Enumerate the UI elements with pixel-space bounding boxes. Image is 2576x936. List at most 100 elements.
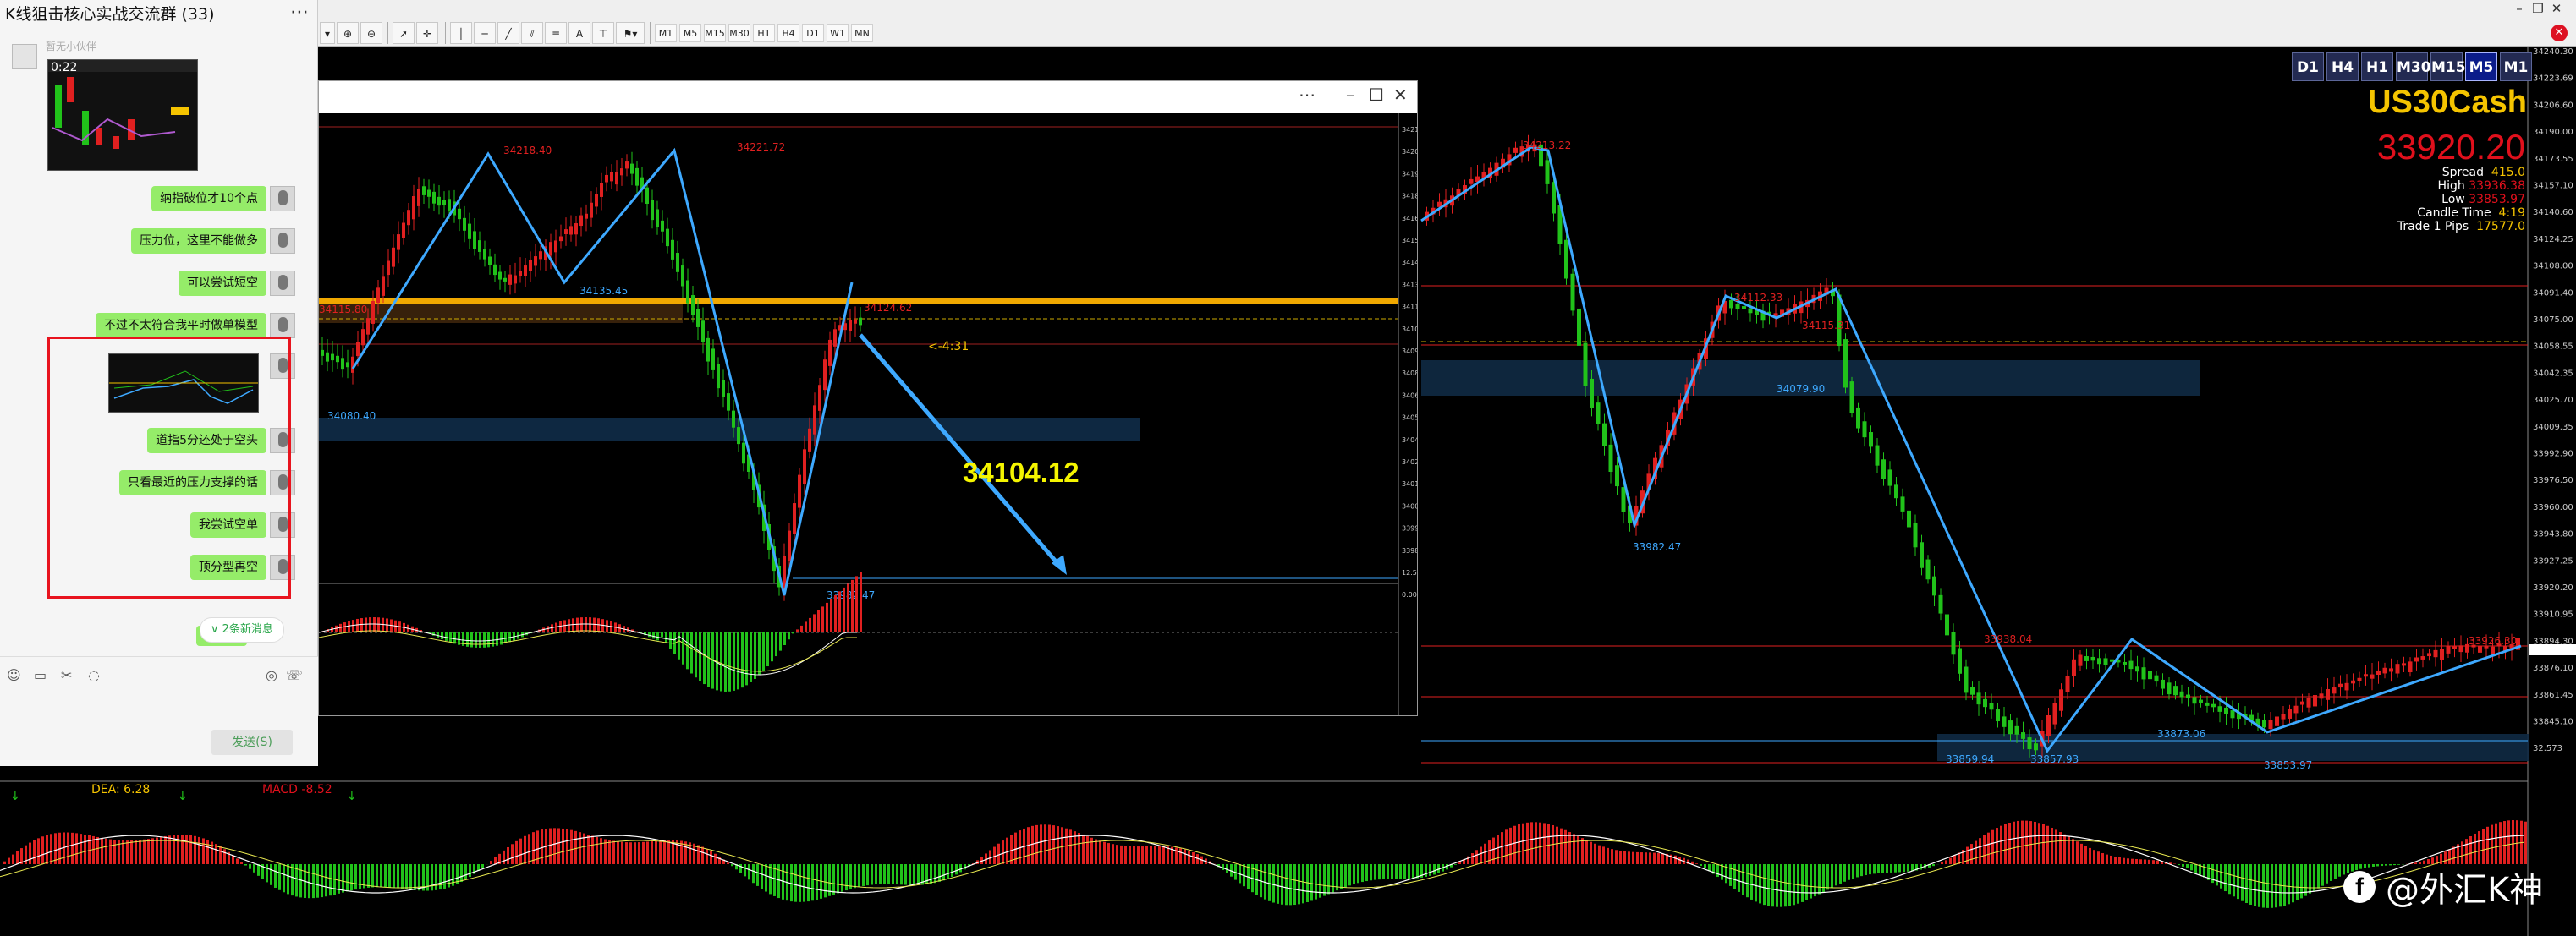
zoom-out-icon[interactable]: ⊖: [360, 22, 382, 44]
tf-button-d1[interactable]: D1: [2292, 52, 2324, 81]
macd-bar: [1611, 849, 1613, 864]
label-tool-icon[interactable]: ⊤: [592, 22, 614, 44]
close-icon[interactable]: ✕: [2547, 1, 2566, 16]
macd-bar: [659, 840, 662, 864]
macd-bar: [2245, 864, 2248, 904]
candle: [1615, 465, 1619, 487]
close-icon[interactable]: ✕: [1393, 85, 1408, 105]
macd-bar: [896, 864, 898, 885]
macd-bar: [312, 864, 315, 899]
macd-bar: [96, 836, 99, 864]
macd-bar: [2499, 822, 2502, 864]
more-icon[interactable]: ⋯: [290, 2, 309, 23]
macd-bar: [236, 858, 239, 864]
restore-icon[interactable]: ❐: [2529, 1, 2547, 16]
macd-bar: [1293, 864, 1296, 906]
cursor-icon[interactable]: ➚: [393, 22, 415, 44]
tf-button-h1[interactable]: H1: [2361, 52, 2393, 81]
candle: [2135, 666, 2139, 672]
sub-candle: [336, 355, 339, 363]
sub-candle: [656, 209, 659, 228]
more-icon[interactable]: ⋯: [1299, 85, 1315, 105]
macd-bar: [2131, 858, 2134, 864]
tf-button-m5[interactable]: M5: [2465, 52, 2497, 81]
maximize-icon[interactable]: ☐: [1369, 85, 1384, 105]
folder-icon[interactable]: ▭: [34, 667, 47, 683]
minimize-icon[interactable]: –: [2510, 1, 2529, 16]
chat-message[interactable]: 纳指破位才10个点: [151, 186, 266, 211]
macd-bar: [2139, 859, 2142, 864]
sub-candle: [427, 189, 431, 197]
macd-bar: [84, 834, 86, 864]
sub-window-titlebar[interactable]: ⋯ – ☐ ✕: [319, 81, 1417, 113]
trendline-icon[interactable]: ╱: [497, 22, 519, 44]
macd-label: MACD -8.52: [262, 783, 332, 796]
candle: [2332, 687, 2337, 694]
macd-bar: [1471, 853, 1474, 864]
toolbar-tf-m30[interactable]: M30: [728, 24, 750, 42]
macd-bar: [1179, 848, 1182, 864]
channel-icon[interactable]: ⫽: [521, 22, 543, 44]
send-button[interactable]: 发送(S): [211, 730, 293, 755]
toolbar-tf-d1[interactable]: D1: [802, 24, 824, 42]
chat-bubble-icon[interactable]: ◌: [88, 667, 100, 683]
swing-label: 33859.94: [1946, 753, 1994, 765]
avatar[interactable]: [270, 228, 295, 254]
dropdown-icon[interactable]: ▾: [320, 22, 335, 44]
macd-bar: [837, 864, 839, 894]
chat-input-area[interactable]: ☺ ▭ ✂ ◌ ◎ ☏ 发送(S): [0, 656, 318, 766]
macd-bar: [1776, 864, 1778, 907]
toolbar-tf-m5[interactable]: M5: [679, 24, 701, 42]
sub-macd-bar: [559, 621, 562, 632]
toolbar-tf-h1[interactable]: H1: [753, 24, 775, 42]
macd-bar: [1124, 846, 1127, 864]
macd-bar: [1095, 839, 1097, 864]
tf-button-m1[interactable]: M1: [2500, 52, 2532, 81]
zoom-in-icon[interactable]: ⊕: [337, 22, 359, 44]
sub-macd-bar: [800, 625, 803, 632]
close-chart-icon[interactable]: ✕: [2551, 25, 2568, 41]
macd-bar: [1716, 864, 1719, 878]
chat-message[interactable]: 压力位，这里不能做多: [131, 228, 266, 254]
minimize-icon[interactable]: –: [1346, 85, 1354, 105]
chart-screenshot-thumbnail[interactable]: [47, 59, 198, 171]
toolbar-tf-w1[interactable]: W1: [827, 24, 849, 42]
macd-bar: [1035, 824, 1038, 864]
avatar[interactable]: [12, 44, 37, 69]
horizontal-line-icon[interactable]: ─: [474, 22, 496, 44]
tf-button-m30[interactable]: M30: [2396, 52, 2431, 81]
avatar[interactable]: [270, 313, 295, 338]
phone-icon[interactable]: ☏: [286, 667, 303, 683]
sub-chart-plot[interactable]: 34216 34208 34191 34181 34167 34158 34142 34133…: [319, 113, 1417, 715]
toolbar-tf-mn[interactable]: MN: [851, 24, 873, 42]
avatar[interactable]: [270, 186, 295, 211]
macd-bar: [841, 864, 843, 892]
sub-chart-window[interactable]: ⋯ – ☐ ✕ 34216342083419134181341673415834…: [318, 80, 1418, 716]
macd-bar: [50, 834, 52, 864]
macd-bar: [1784, 864, 1787, 907]
price-axis-label: 34058.55: [2533, 342, 2573, 352]
tf-button-m15[interactable]: M15: [2430, 52, 2466, 81]
chat-message[interactable]: 可以尝试短空: [179, 271, 266, 296]
macd-bar: [1458, 862, 1461, 864]
text-tool-icon[interactable]: A: [568, 22, 590, 44]
macd-bar: [587, 835, 590, 864]
toolbar-tf-h4[interactable]: H4: [777, 24, 799, 42]
shapes-dropdown-icon[interactable]: ⚑▾: [616, 22, 645, 44]
vertical-line-icon[interactable]: │: [450, 22, 472, 44]
voice-icon[interactable]: ◎: [266, 667, 277, 683]
macd-bar: [181, 835, 184, 864]
avatar[interactable]: [270, 271, 295, 296]
new-messages-button[interactable]: ∨ 2条新消息: [200, 617, 284, 643]
toolbar-tf-m1[interactable]: M1: [655, 24, 677, 42]
chat-group-title: K线狙击核心实战交流群 (33): [5, 5, 215, 24]
toolbar-tf-m15[interactable]: M15: [704, 24, 726, 42]
chat-message[interactable]: 不过不太符合我平时做单模型: [96, 313, 266, 338]
macd-bar: [1501, 832, 1503, 864]
tf-button-h4[interactable]: H4: [2326, 52, 2359, 81]
emoji-icon[interactable]: ☺: [7, 667, 21, 683]
crosshair-icon[interactable]: ✛: [416, 22, 438, 44]
fibonacci-icon[interactable]: ≡: [545, 22, 567, 44]
sub-candle-canvas[interactable]: 34216 34208 34191 34181 34167 34158 34142 34133…: [319, 113, 1417, 715]
scissors-icon[interactable]: ✂: [61, 667, 72, 683]
